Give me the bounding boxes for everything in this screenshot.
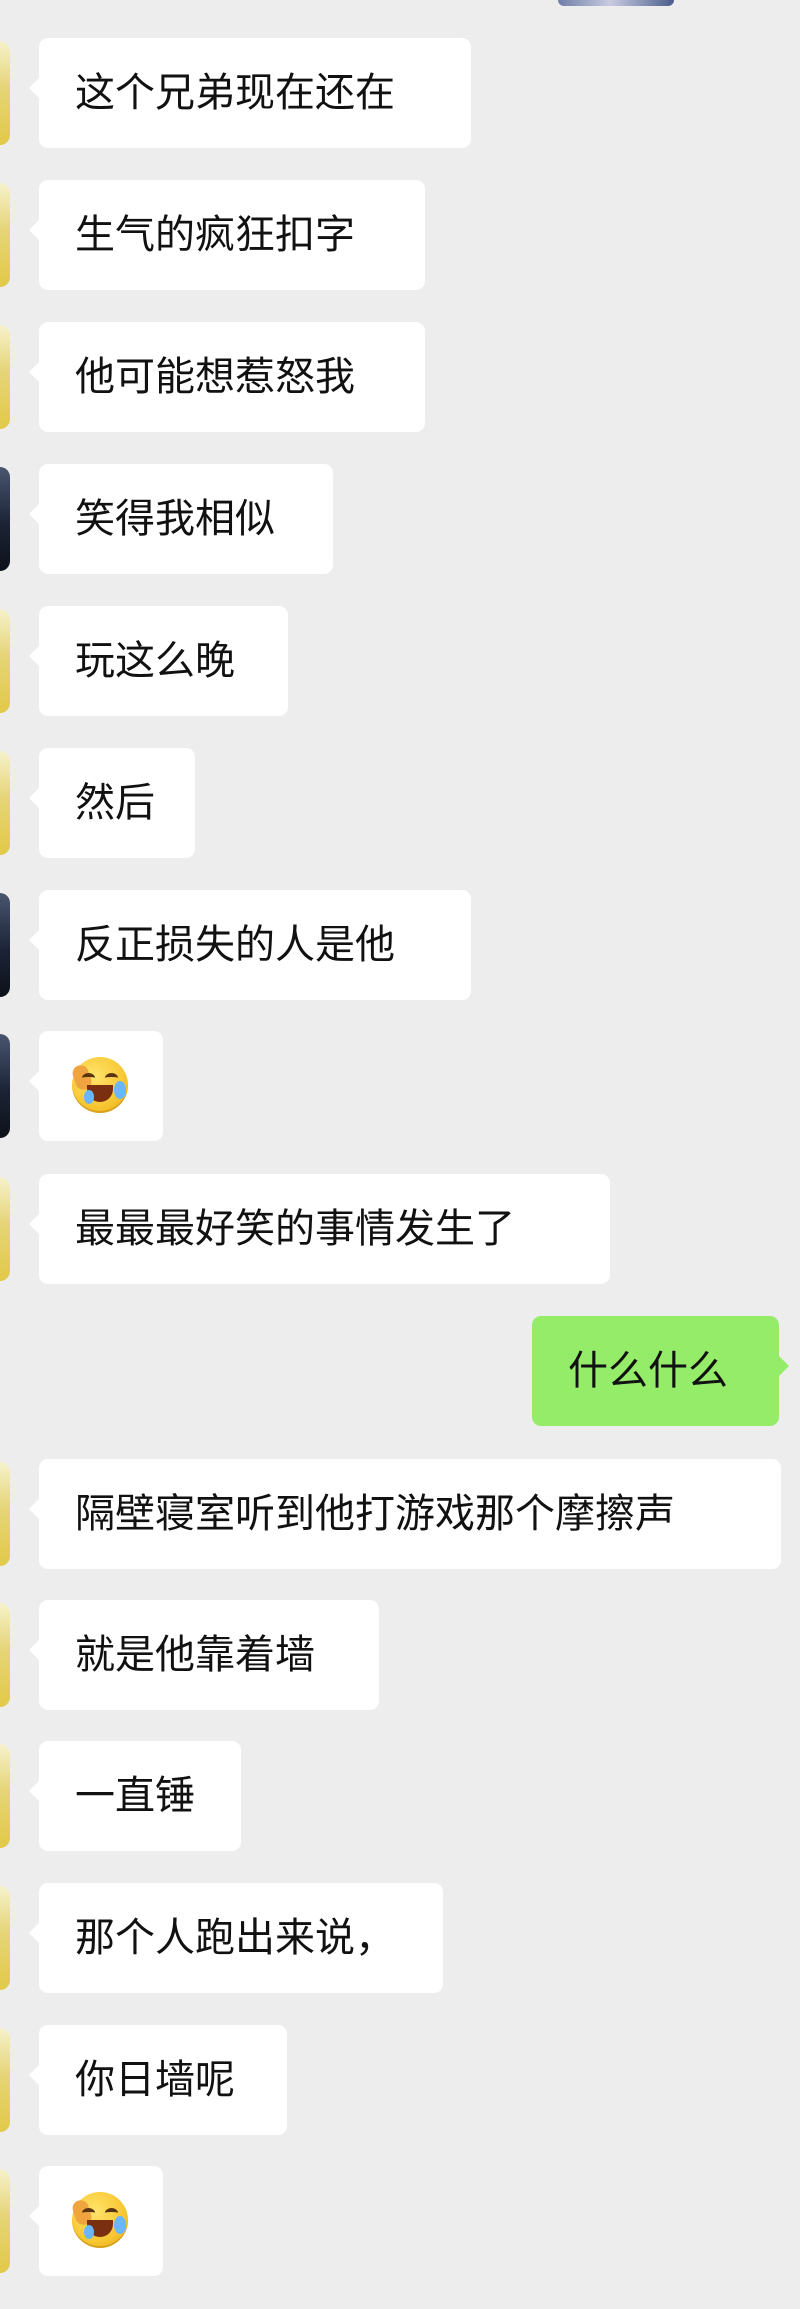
message-bubble[interactable]: 生气的疯狂扣字 [29, 180, 425, 290]
crying-laughing-face-icon [70, 2192, 128, 2248]
message-bubble[interactable]: 玩这么晚 [29, 606, 288, 716]
sender-avatar[interactable] [0, 1034, 10, 1138]
message-row: 他可能想惹怒我 [0, 322, 800, 432]
sender-avatar[interactable] [0, 609, 10, 713]
top-partial-avatar [558, 0, 674, 6]
message-bubble-outgoing[interactable]: 什么什么 [532, 1316, 789, 1426]
message-bubble[interactable]: 你日墙呢 [29, 2025, 287, 2135]
sender-avatar[interactable] [0, 183, 10, 287]
message-bubble[interactable]: 这个兄弟现在还在 [29, 38, 471, 148]
sender-avatar[interactable] [0, 1744, 10, 1848]
message-row: 你日墙呢 [0, 2025, 800, 2135]
sender-avatar[interactable] [0, 1886, 10, 1990]
message-bubble[interactable]: 那个人跑出来说， [29, 1883, 443, 1993]
emoji-bubble[interactable] [29, 1031, 163, 1141]
message-row: 玩这么晚 [0, 606, 800, 716]
message-row [0, 2166, 800, 2276]
sender-avatar[interactable] [0, 1177, 10, 1281]
message-bubble[interactable]: 然后 [29, 748, 195, 858]
message-row: 就是他靠着墙 [0, 1600, 800, 1710]
message-bubble[interactable]: 最最最好笑的事情发生了 [29, 1174, 610, 1284]
message-row: 生气的疯狂扣字 [0, 180, 800, 290]
message-row: 最最最好笑的事情发生了 [0, 1174, 800, 1284]
sender-avatar[interactable] [0, 751, 10, 855]
message-bubble[interactable]: 一直锤 [29, 1741, 241, 1851]
message-bubble[interactable]: 隔壁寝室听到他打游戏那个摩擦声 [29, 1459, 781, 1569]
sender-avatar[interactable] [0, 893, 10, 997]
message-row: 笑得我相似 [0, 464, 800, 574]
sender-avatar[interactable] [0, 41, 10, 145]
crying-laughing-face-icon [70, 1057, 128, 1113]
sender-avatar[interactable] [0, 2169, 10, 2273]
sender-avatar[interactable] [0, 1603, 10, 1707]
message-row: 这个兄弟现在还在 [0, 38, 800, 148]
message-bubble[interactable]: 反正损失的人是他 [29, 890, 471, 1000]
message-bubble[interactable]: 他可能想惹怒我 [29, 322, 425, 432]
message-row [0, 1031, 800, 1141]
message-bubble[interactable]: 就是他靠着墙 [29, 1600, 379, 1710]
emoji-bubble[interactable] [29, 2166, 163, 2276]
message-row: 反正损失的人是他 [0, 890, 800, 1000]
message-row: 然后 [0, 748, 800, 858]
message-row: 一直锤 [0, 1741, 800, 1851]
sender-avatar[interactable] [0, 1462, 10, 1566]
message-row: 隔壁寝室听到他打游戏那个摩擦声 [0, 1459, 800, 1569]
message-row: 那个人跑出来说， [0, 1883, 800, 1993]
message-row-outgoing: 什么什么 [0, 1316, 800, 1426]
sender-avatar[interactable] [0, 325, 10, 429]
sender-avatar[interactable] [0, 2028, 10, 2132]
sender-avatar[interactable] [0, 467, 10, 571]
message-bubble[interactable]: 笑得我相似 [29, 464, 333, 574]
